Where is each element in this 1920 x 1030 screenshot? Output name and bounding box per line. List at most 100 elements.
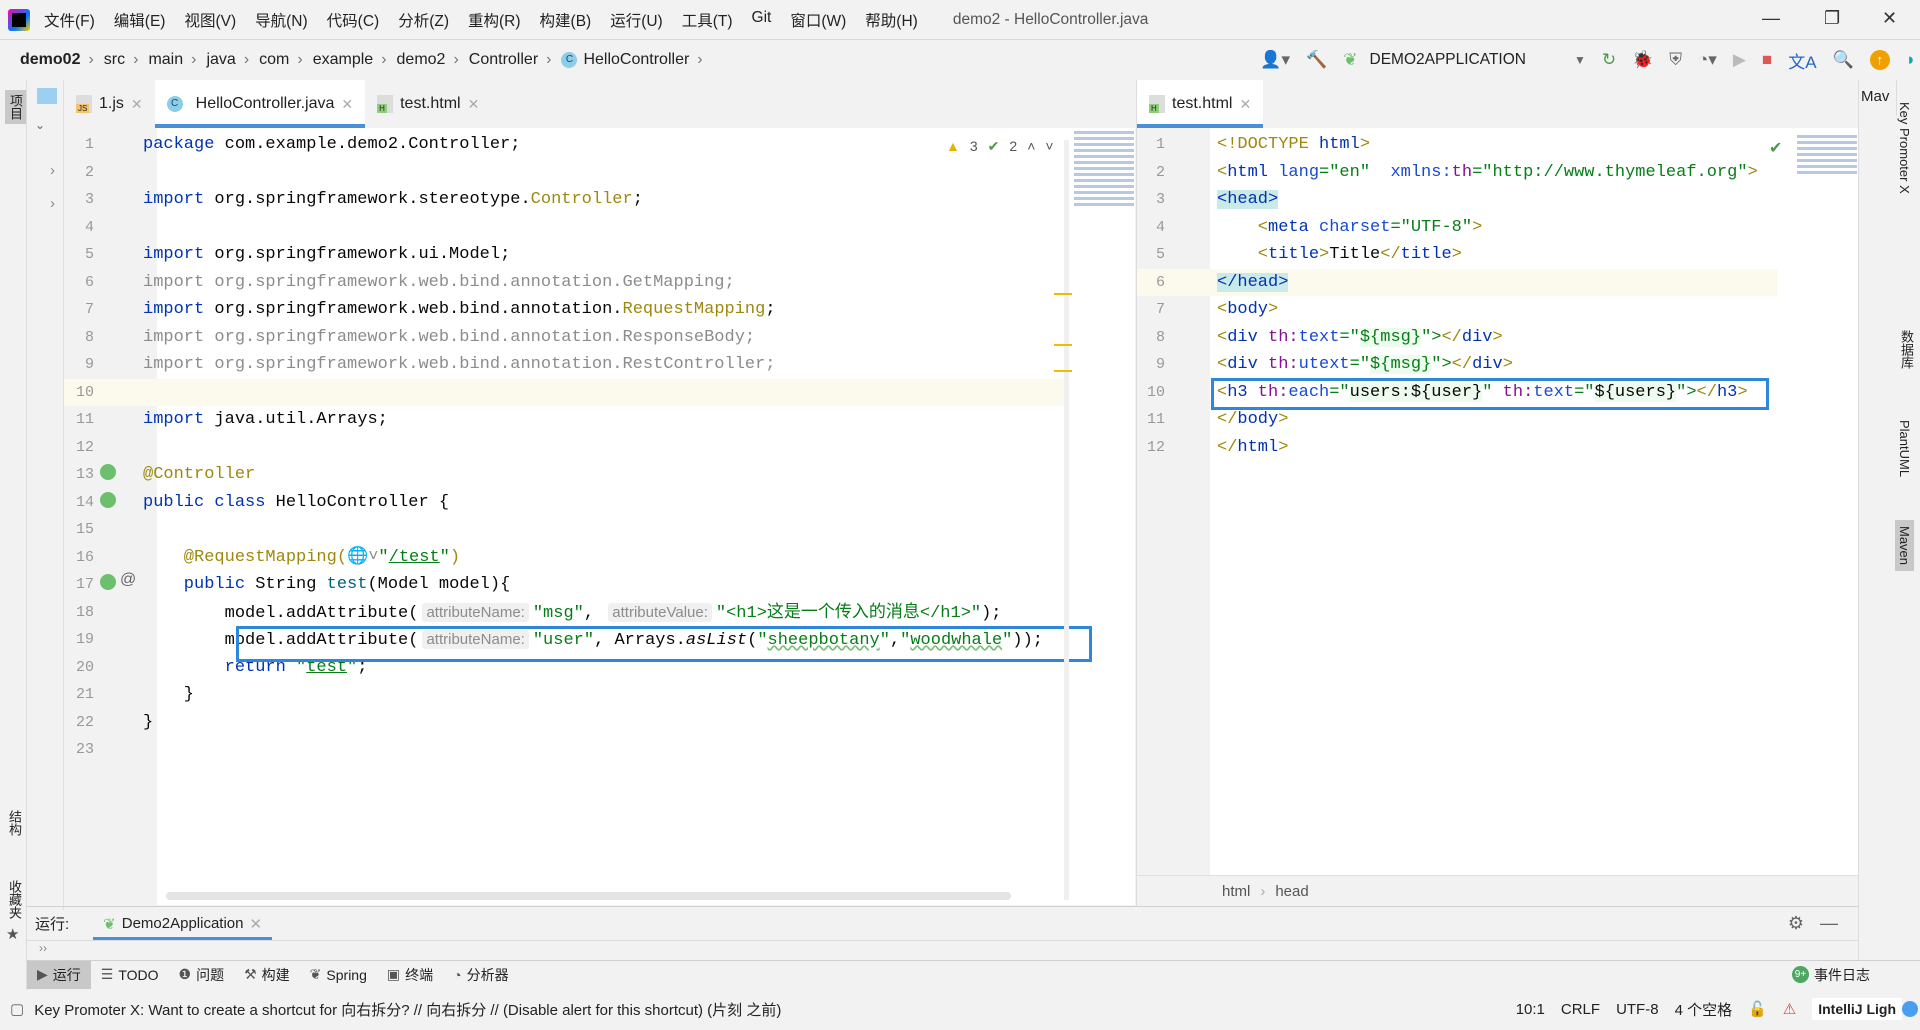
user-icon[interactable]: 👤▾ [1260,50,1290,70]
spring-bean-icon[interactable] [100,464,116,480]
vertical-scrollbar[interactable] [1064,140,1069,900]
expand-icon[interactable]: ›› [39,941,47,955]
key-promoter-tab[interactable]: Key Promoter X [1897,102,1912,194]
translate-icon[interactable]: 文A [1788,48,1816,73]
tool-button-5[interactable]: ▣ 终端 [377,961,443,989]
java-editor[interactable]: 1 package com.example.demo2.Controller; 2 3… [64,128,1135,905]
debug-icon[interactable]: 🐞 [1632,50,1653,70]
restore-button[interactable]: ❐ [1824,8,1840,29]
tool-button-1[interactable]: ☰ TODO [91,961,169,989]
breadcrumb-item[interactable]: Controller [469,51,538,69]
lock-icon[interactable]: 🔓 [1748,1000,1767,1018]
menu-12[interactable]: 帮助(H) [865,9,918,31]
settings-gear-icon[interactable]: ⚙ [1788,913,1804,934]
update-icon[interactable]: ↑ [1869,50,1890,70]
close-tab-icon[interactable]: ✕ [341,96,353,113]
spring-bean-icon[interactable] [100,492,116,508]
horizontal-scrollbar[interactable] [166,892,1011,900]
menu-9[interactable]: 工具(T) [682,9,733,31]
menu-5[interactable]: 分析(Z) [398,9,449,31]
spring-mapping-icon[interactable] [100,574,116,590]
line-separator[interactable]: CRLF [1561,1001,1600,1018]
code-line: </head> [1217,269,1289,297]
run-icon[interactable]: ▶ [1733,50,1746,70]
menu-8[interactable]: 运行(U) [610,9,663,31]
menu-11[interactable]: 窗口(W) [790,9,846,31]
chevron-down-icon[interactable]: ˅ [1045,138,1053,155]
menu-6[interactable]: 重构(R) [468,9,521,31]
close-button[interactable]: ✕ [1882,8,1897,29]
menu-4[interactable]: 代码(C) [327,9,380,31]
html-editor[interactable]: 1 <!DOCTYPE html> 2 <html lang="en" xmlns:t… [1136,128,1858,875]
chevron-right-icon[interactable]: › [50,195,55,212]
menu-2[interactable]: 视图(V) [184,9,236,31]
at-icon[interactable]: @ [120,571,136,589]
project-tool-tab[interactable]: 项目 [5,90,26,124]
breadcrumb-item[interactable]: com [259,51,289,69]
run-config-dropdown-icon[interactable]: ▼ [1574,53,1586,67]
notification-icon[interactable]: ▢ [10,1000,24,1018]
breadcrumb-item[interactable]: java [206,51,235,69]
coverage-icon[interactable]: ⛨ [1669,50,1682,70]
tool-button-3[interactable]: ⚒ 构建 [234,961,300,989]
plantuml-tab[interactable]: PlantUML [1897,420,1912,477]
tab-test-html[interactable]: test.html ✕ [365,80,491,128]
minimap [1074,128,1134,208]
menu-0[interactable]: 文件(F) [44,9,95,31]
breadcrumb-item[interactable]: src [104,51,125,69]
status-message[interactable]: Key Promoter X: Want to create a shortcu… [34,999,781,1020]
close-tab-icon[interactable]: ✕ [131,96,143,113]
tool-button-4[interactable]: ❦ Spring [300,961,377,989]
close-tab-icon[interactable]: ✕ [468,96,480,113]
breadcrumb-item[interactable]: main [148,51,183,69]
tool-button-0[interactable]: ▶ 运行 [27,960,91,989]
close-tab-icon[interactable]: ✕ [1239,96,1251,113]
build-hammer-icon[interactable]: 🔨 [1306,50,1327,70]
stop-icon[interactable]: ■ [1762,50,1772,70]
run-tab-demo2application[interactable]: ❦ Demo2Application ✕ [93,907,272,941]
search-icon[interactable]: 🔍 [1833,50,1854,70]
menu-10[interactable]: Git [752,9,772,31]
error-report-icon[interactable]: ⚠ [1783,1000,1796,1018]
theme-switcher[interactable]: IntelliJ Ligh [1812,998,1902,1020]
caret-position[interactable]: 10:1 [1516,1001,1545,1018]
tab-test-html[interactable]: test.html ✕ [1137,80,1264,128]
chevron-right-icon[interactable]: › [50,162,55,179]
hide-panel-icon[interactable]: — [1820,913,1838,934]
event-log-button[interactable]: 9+ 事件日志 [1792,965,1870,985]
code-token: ${msg} [1359,327,1422,347]
minimize-button[interactable]: — [1762,8,1780,29]
code-line: import org.springframework.web.bind.anno… [143,269,735,297]
close-tab-icon[interactable]: ✕ [250,915,263,933]
maven-panel-tab[interactable]: Mav [1859,80,1897,116]
maven-tab[interactable]: Maven [1895,520,1914,572]
tool-button-6[interactable]: ◔ 分析器 [443,961,518,989]
plugin-icon[interactable]: ◗ [1906,50,1916,70]
profile-icon[interactable]: ◔▾ [1698,50,1717,70]
database-tab[interactable]: 数据库 [1897,330,1916,369]
code-line: <div th:utext="${msg}"></div> [1217,351,1513,379]
tool-button-2[interactable]: ❶ 问题 [169,961,235,989]
menu-1[interactable]: 编辑(E) [114,9,166,31]
menu-3[interactable]: 导航(N) [255,9,308,31]
project-panel: ⌄ › › [27,80,64,910]
run-config-select[interactable]: DEMO2APPLICATION [1370,51,1526,69]
chevron-down-icon[interactable]: ⌄ [35,118,45,132]
tab-hellocontroller-java[interactable]: C HelloController.java ✕ [154,80,366,128]
structure-tool-tab[interactable]: 结构 [5,810,24,836]
project-view-icon[interactable] [37,88,57,104]
chevron-up-icon[interactable]: ˄ [1027,138,1035,155]
breadcrumb-head[interactable]: head [1275,883,1308,900]
inspection-widget[interactable]: ▲ 3 ✔ 2 ˄ ˅ [946,138,1054,155]
breadcrumb-item[interactable]: demo02 [20,51,80,69]
breadcrumb-html[interactable]: html [1222,883,1250,900]
breadcrumb-item[interactable]: demo2 [397,51,446,69]
breadcrumb-item[interactable]: example [313,51,373,69]
menu-7[interactable]: 构建(B) [540,9,592,31]
file-encoding[interactable]: UTF-8 [1616,1001,1659,1018]
rerun-icon[interactable]: ↻ [1602,50,1616,70]
indent-setting[interactable]: 4 个空格 [1675,999,1733,1020]
tab-1-js[interactable]: 1.js ✕ [64,80,155,128]
breadcrumb-item[interactable]: HelloController [583,51,689,69]
favorites-tool-tab[interactable]: 收藏夹 [5,880,24,919]
